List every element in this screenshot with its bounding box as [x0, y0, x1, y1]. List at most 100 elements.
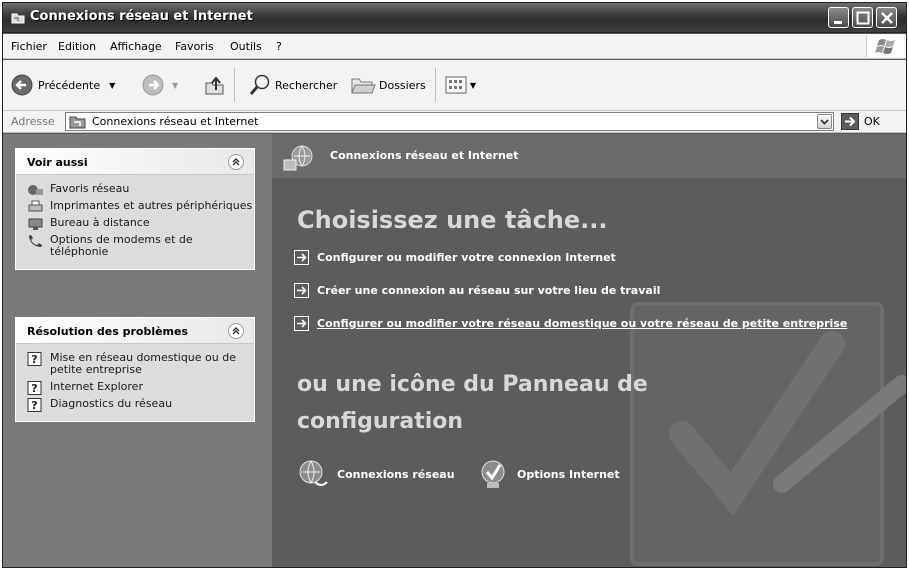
- title-bar[interactable]: Connexions réseau et Internet: [3, 3, 906, 33]
- back-arrow-icon: [11, 74, 33, 96]
- task-label: Configurer ou modifier votre connexion I…: [317, 251, 616, 264]
- content-header: Connexions réseau et Internet: [272, 134, 906, 178]
- up-folder-icon: [205, 76, 224, 95]
- go-button[interactable]: OK: [841, 113, 880, 130]
- troubleshoot-link-label: Mise en réseau domestique ou de petite e…: [50, 351, 236, 376]
- collapse-button[interactable]: [228, 154, 244, 170]
- menu-affichage[interactable]: Affichage: [110, 40, 162, 53]
- help-icon: ?: [27, 352, 42, 366]
- troubleshoot-link-label: Diagnostics du réseau: [50, 397, 173, 410]
- task-pane: Voir aussi Favoris réseau Imprimantes et…: [3, 134, 272, 567]
- collapse-button[interactable]: [228, 323, 244, 339]
- see-also-link-label: Bureau à distance: [50, 216, 150, 229]
- search-icon: [249, 74, 270, 95]
- forward-arrow-icon: [142, 74, 164, 96]
- menu-fichier[interactable]: Fichier: [11, 40, 47, 53]
- troubleshoot-title: Résolution des problèmes: [27, 325, 189, 338]
- address-value: Connexions réseau et Internet: [92, 115, 259, 128]
- menu-outils[interactable]: Outils: [230, 40, 262, 53]
- see-also-link[interactable]: Favoris réseau: [16, 183, 254, 195]
- network-connections-icon: [299, 460, 328, 486]
- forward-dropdown-icon[interactable]: ▼: [172, 81, 178, 90]
- forward-button[interactable]: ▼: [142, 74, 178, 96]
- network-connections-item[interactable]: Connexions réseau: [297, 458, 455, 490]
- remote-desktop-icon: [28, 218, 43, 230]
- toolbar-separator: [435, 68, 436, 102]
- menu-bar: Fichier Edition Affichage Favoris Outils…: [3, 34, 906, 59]
- see-also-box: Voir aussi Favoris réseau Imprimantes et…: [15, 148, 255, 270]
- see-also-link[interactable]: Bureau à distance: [16, 216, 254, 230]
- network-connections-label: Connexions réseau: [337, 467, 455, 481]
- see-also-link-label: Imprimantes et autres périphériques: [50, 199, 253, 212]
- troubleshoot-link[interactable]: ? Diagnostics du réseau: [16, 397, 254, 412]
- menu-edition[interactable]: Edition: [58, 40, 96, 53]
- views-icon: [445, 76, 467, 94]
- back-button[interactable]: Précédente ▼: [11, 74, 115, 96]
- arrow-right-icon: [294, 283, 309, 298]
- close-icon: [881, 12, 893, 24]
- minimize-button[interactable]: [828, 7, 849, 28]
- go-arrow-icon: [841, 113, 859, 130]
- troubleshoot-link-label: Internet Explorer: [50, 380, 143, 393]
- see-also-title: Voir aussi: [27, 156, 88, 169]
- address-dropdown-button[interactable]: [817, 114, 832, 129]
- svg-text:?: ?: [31, 399, 37, 412]
- folders-icon: [351, 78, 376, 94]
- search-button[interactable]: Rechercher: [248, 73, 337, 97]
- address-bar: Adresse Connexions réseau et Internet OK: [3, 111, 906, 133]
- menu-favoris[interactable]: Favoris: [175, 40, 214, 53]
- internet-options-item[interactable]: Options Internet: [477, 458, 620, 490]
- address-input[interactable]: Connexions réseau et Internet: [65, 112, 834, 131]
- network-folder-icon: [69, 116, 86, 129]
- double-chevron-up-icon: [232, 327, 240, 335]
- toolbar: Précédente ▼ ▼ Rechercher Dossiers ▼: [3, 60, 906, 111]
- chevron-down-icon: [820, 119, 829, 125]
- see-also-link-label: Options de modems et de téléphonie: [50, 233, 193, 258]
- troubleshoot-link[interactable]: ? Internet Explorer: [16, 380, 254, 395]
- modem-phone-icon: [29, 235, 42, 247]
- window-title: Connexions réseau et Internet: [30, 9, 253, 24]
- internet-options-label: Options Internet: [517, 467, 620, 481]
- network-internet-icon: [283, 145, 313, 171]
- printer-icon: [28, 200, 43, 212]
- maximize-button[interactable]: [852, 7, 873, 28]
- menu-help[interactable]: ?: [276, 40, 282, 53]
- content-area: Connexions réseau et Internet Choisissez…: [272, 134, 906, 567]
- network-places-icon: [28, 185, 43, 195]
- pick-task-heading: Choisissez une tâche...: [297, 206, 608, 234]
- task-label: Créer une connexion au réseau sur votre …: [317, 284, 661, 297]
- see-also-header[interactable]: Voir aussi: [16, 149, 254, 175]
- search-label: Rechercher: [275, 78, 338, 92]
- see-also-link-label: Favoris réseau: [50, 182, 130, 195]
- task-link[interactable]: Configurer ou modifier votre réseau dome…: [294, 316, 847, 331]
- folders-button[interactable]: Dossiers: [350, 74, 426, 96]
- back-dropdown-icon[interactable]: ▼: [109, 81, 115, 90]
- control-panel-heading-line2: configuration: [297, 409, 464, 434]
- views-dropdown-icon[interactable]: ▼: [470, 81, 476, 90]
- troubleshoot-box: Résolution des problèmes ? Mise en résea…: [15, 317, 255, 422]
- task-link[interactable]: Créer une connexion au réseau sur votre …: [294, 283, 660, 298]
- troubleshoot-link[interactable]: ? Mise en réseau domestique ou de petite…: [16, 352, 254, 376]
- windows-logo-icon: [866, 35, 904, 57]
- toolbar-separator: [234, 68, 235, 102]
- help-icon: ?: [27, 381, 42, 395]
- explorer-window: Connexions réseau et Internet Fichier Ed…: [2, 2, 907, 568]
- arrow-right-icon: [294, 316, 309, 331]
- views-button[interactable]: ▼: [445, 76, 476, 94]
- arrow-right-icon: [294, 250, 309, 265]
- see-also-link[interactable]: Imprimantes et autres périphériques: [16, 200, 254, 212]
- close-button[interactable]: [876, 7, 897, 28]
- task-label: Configurer ou modifier votre réseau dome…: [317, 317, 848, 330]
- control-panel-heading-line1: ou une icône du Panneau de: [297, 372, 648, 397]
- go-label: OK: [864, 115, 880, 128]
- svg-text:?: ?: [31, 353, 37, 366]
- up-folder-button[interactable]: [203, 73, 227, 97]
- help-icon: ?: [27, 398, 42, 412]
- see-also-link[interactable]: Options de modems et de téléphonie: [16, 234, 254, 258]
- address-label: Adresse: [11, 115, 55, 128]
- network-folder-icon: [11, 13, 25, 24]
- troubleshoot-header[interactable]: Résolution des problèmes: [16, 318, 254, 344]
- task-link[interactable]: Configurer ou modifier votre connexion I…: [294, 250, 616, 265]
- maximize-icon: [856, 11, 870, 25]
- content-title: Connexions réseau et Internet: [330, 149, 519, 162]
